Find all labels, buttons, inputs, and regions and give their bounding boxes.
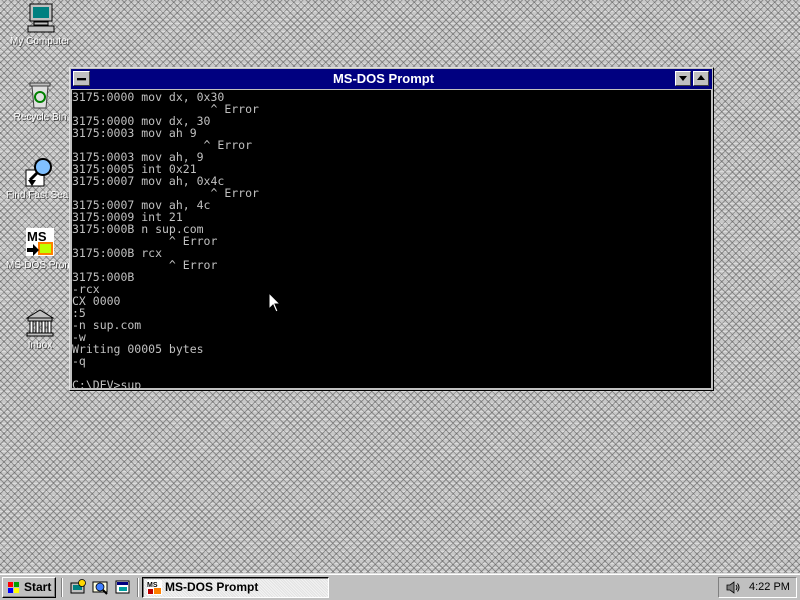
system-menu-button[interactable] bbox=[73, 71, 90, 86]
svg-text:MS: MS bbox=[147, 582, 158, 589]
window-title: MS-DOS Prompt bbox=[332, 71, 435, 86]
desktop-icon-label: Inbox bbox=[27, 340, 53, 351]
ms-dos-icon: MS bbox=[24, 226, 56, 258]
taskbar: Start MS MS-DOS Prompt 4:22 PM bbox=[0, 573, 800, 600]
dash-icon bbox=[77, 78, 86, 80]
desktop-icon-label: My Computer bbox=[9, 36, 70, 47]
speaker-icon[interactable] bbox=[725, 580, 741, 595]
taskbar-divider bbox=[137, 578, 139, 597]
my-computer-icon bbox=[24, 2, 56, 34]
outlook-express-icon[interactable] bbox=[92, 579, 109, 595]
desktop-icon-ms-dos[interactable]: MS MS-DOS Prompt bbox=[6, 226, 82, 271]
desktop-icon-recycle-bin[interactable]: Recycle Bin bbox=[6, 78, 74, 123]
console-area[interactable]: 3175:0000 mov dx, 0x30 ^ Error 3175:0000… bbox=[72, 90, 711, 388]
minimize-button[interactable] bbox=[675, 71, 691, 86]
triangle-up-icon bbox=[697, 75, 705, 80]
desktop-icon-my-computer[interactable]: My Computer bbox=[6, 2, 74, 47]
ms-dos-window[interactable]: MS-DOS Prompt 3175:0000 mov dx, 0x30 ^ E… bbox=[69, 67, 714, 391]
maximize-button[interactable] bbox=[693, 71, 709, 86]
internet-explorer-icon[interactable] bbox=[70, 579, 87, 595]
start-button[interactable]: Start bbox=[2, 577, 56, 598]
task-button-label: MS-DOS Prompt bbox=[165, 580, 259, 594]
task-button-ms-dos[interactable]: MS MS-DOS Prompt bbox=[142, 577, 329, 598]
show-desktop-icon[interactable] bbox=[114, 579, 131, 595]
console-output: 3175:0000 mov dx, 0x30 ^ Error 3175:0000… bbox=[72, 90, 711, 388]
clock[interactable]: 4:22 PM bbox=[749, 580, 790, 595]
desktop-icon-label: Find Fast Search bbox=[6, 190, 83, 201]
desktop-icon-find-fast[interactable]: Find Fast Search bbox=[6, 156, 83, 201]
desktop-icon-label: Recycle Bin bbox=[13, 112, 67, 123]
recycle-bin-icon bbox=[24, 78, 56, 110]
desktop-icon-label: MS-DOS Prompt bbox=[6, 260, 82, 271]
command-prompt-line[interactable]: C:\DEV>sup bbox=[72, 378, 141, 388]
start-label: Start bbox=[24, 580, 52, 594]
svg-text:MS: MS bbox=[27, 229, 47, 244]
system-tray: 4:22 PM bbox=[718, 577, 797, 598]
mouse-pointer-icon bbox=[268, 291, 282, 314]
windows-logo-icon bbox=[7, 581, 21, 594]
console-line: -q bbox=[72, 354, 86, 368]
desktop-icon-inbox[interactable]: Inbox bbox=[6, 306, 74, 351]
inbox-icon bbox=[24, 306, 56, 338]
window-titlebar[interactable]: MS-DOS Prompt bbox=[71, 69, 712, 89]
magnifier-icon bbox=[24, 156, 56, 188]
console-line: Writing 00005 bytes bbox=[72, 342, 204, 356]
triangle-down-icon bbox=[679, 76, 687, 81]
taskbar-divider bbox=[61, 578, 63, 597]
ms-dos-icon: MS bbox=[147, 580, 162, 595]
